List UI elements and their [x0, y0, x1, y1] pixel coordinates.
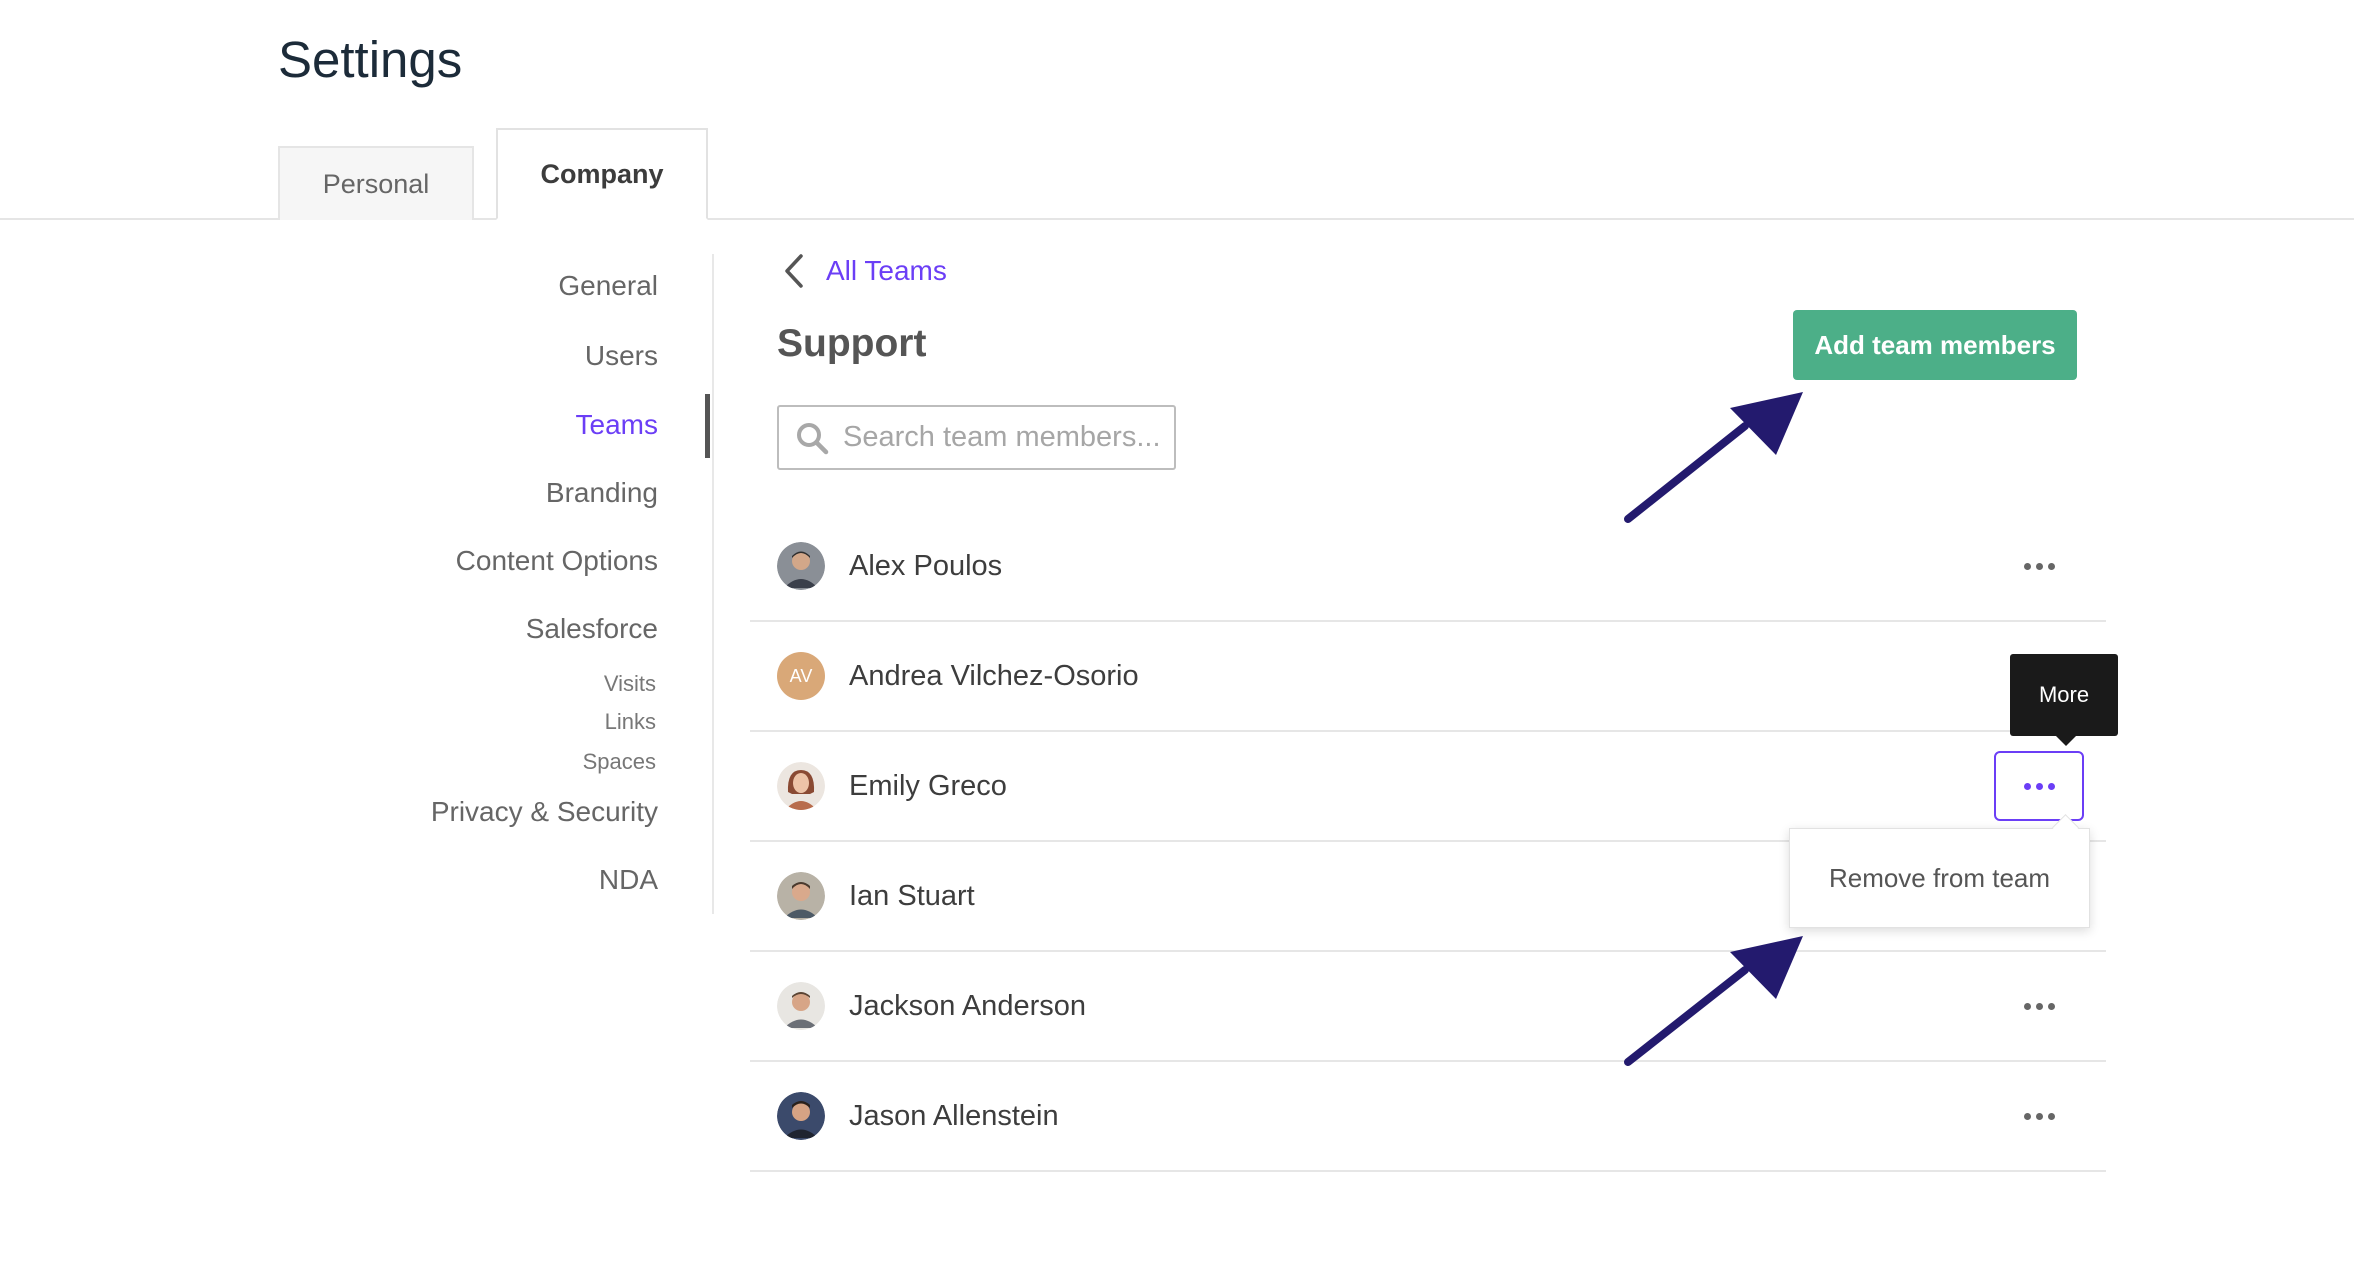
sidebar-item-teams[interactable]: Teams	[576, 409, 658, 441]
avatar	[777, 542, 825, 590]
all-teams-back-link[interactable]: All Teams	[782, 252, 947, 290]
sidebar-divider	[712, 254, 714, 914]
remove-from-team-menu-item[interactable]: Remove from team	[1829, 863, 2050, 894]
sidebar-active-indicator	[705, 394, 710, 458]
member-name: Jason Allenstein	[849, 1099, 1059, 1132]
sidebar-item-users[interactable]: Users	[585, 340, 658, 372]
page-title: Settings	[278, 31, 463, 88]
sidebar-subitem-visits[interactable]: Visits	[604, 671, 656, 697]
member-name: Andrea Vilchez-Osorio	[849, 659, 1139, 692]
sidebar-item-content-options[interactable]: Content Options	[456, 545, 658, 577]
more-horizontal-icon	[2023, 1112, 2055, 1120]
sidebar-subitem-spaces[interactable]: Spaces	[583, 749, 656, 775]
avatar	[777, 982, 825, 1030]
more-horizontal-icon	[2023, 562, 2055, 570]
more-options-button[interactable]	[1994, 531, 2084, 601]
more-options-button[interactable]	[1994, 971, 2084, 1041]
more-tooltip: More	[2010, 654, 2118, 746]
team-name-heading: Support	[777, 322, 927, 365]
avatar	[777, 762, 825, 810]
annotation-arrow-icon	[1624, 392, 1803, 523]
more-horizontal-icon	[2023, 1002, 2055, 1010]
member-options-menu: Remove from team	[1789, 828, 2090, 928]
all-teams-label: All Teams	[826, 255, 947, 286]
chevron-left-icon	[785, 254, 803, 288]
member-name: Jackson Anderson	[849, 989, 1086, 1022]
avatar	[777, 872, 825, 920]
sidebar-subitem-links[interactable]: Links	[605, 709, 656, 735]
member-name: Emily Greco	[849, 769, 1007, 802]
member-name: Alex Poulos	[849, 549, 1003, 582]
sidebar-item-privacy-security[interactable]: Privacy & Security	[431, 796, 658, 828]
sidebar-item-general[interactable]: General	[558, 270, 658, 302]
sidebar-item-branding[interactable]: Branding	[546, 477, 658, 509]
sidebar-item-nda[interactable]: NDA	[599, 864, 658, 896]
avatar	[777, 1092, 825, 1140]
search-team-members-field[interactable]	[777, 405, 1176, 470]
more-horizontal-icon	[2023, 782, 2055, 790]
sidebar-item-salesforce[interactable]: Salesforce	[526, 613, 658, 645]
member-row-jackson-anderson: Jackson Anderson	[750, 952, 2106, 1062]
search-icon	[797, 422, 829, 454]
member-row-andrea-vilchez-osorio: AV Andrea Vilchez-Osorio	[750, 622, 2106, 732]
tab-company[interactable]: Company	[496, 128, 708, 220]
member-row-alex-poulos: Alex Poulos	[750, 512, 2106, 622]
avatar: AV	[777, 652, 825, 700]
member-name: Ian Stuart	[849, 879, 975, 912]
add-team-members-button[interactable]: Add team members	[1793, 310, 2077, 380]
more-options-button[interactable]	[1994, 751, 2084, 821]
member-row-jason-allenstein: Jason Allenstein	[750, 1062, 2106, 1172]
tab-personal[interactable]: Personal	[278, 146, 474, 220]
search-input[interactable]	[843, 421, 1163, 454]
member-row-emily-greco: Emily Greco	[750, 732, 2106, 842]
more-options-button[interactable]	[1994, 1081, 2084, 1151]
